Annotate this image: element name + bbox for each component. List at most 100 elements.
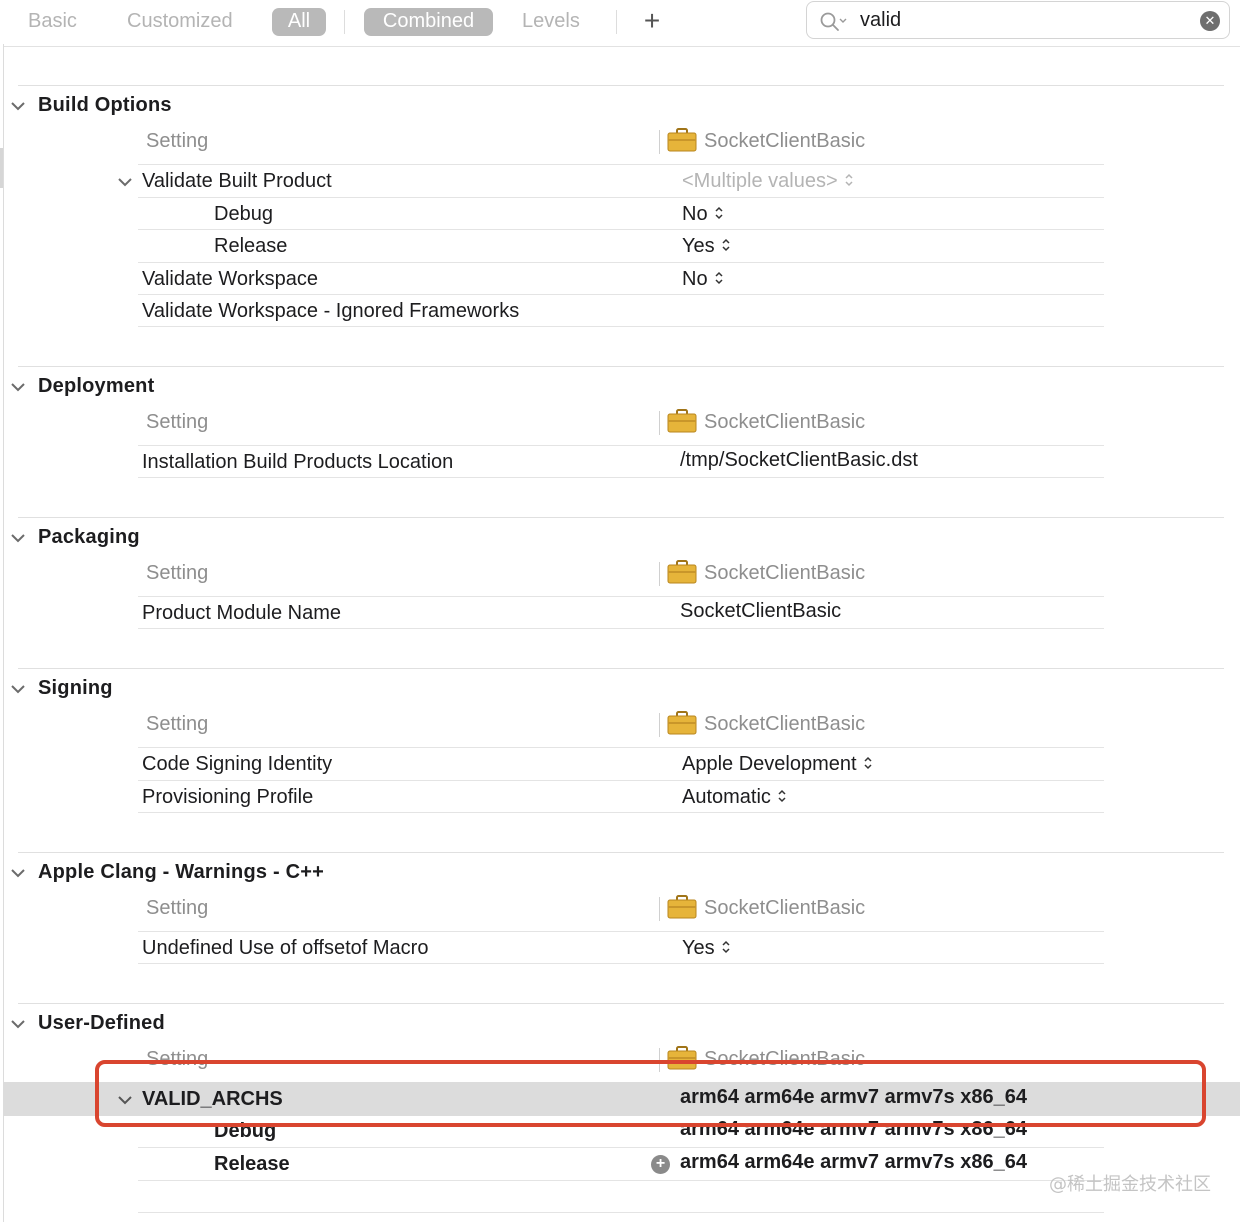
setting-column-header: Setting [146, 713, 209, 735]
section-title-deployment[interactable]: Deployment [38, 375, 154, 398]
section-divider [18, 668, 1224, 669]
row-divider [138, 963, 1104, 964]
row-divider [138, 1147, 1104, 1148]
search-icon[interactable] [819, 11, 849, 33]
setting-value-release[interactable]: arm64 arm64e armv7 armv7s x86_64 [680, 1151, 1027, 1174]
left-edge-marker [0, 148, 3, 188]
row-divider [138, 229, 1104, 230]
add-setting-button[interactable]: + [640, 6, 664, 36]
filter-customized-button[interactable]: Customized [127, 8, 233, 36]
target-column-header: SocketClientBasic [704, 411, 866, 433]
row-divider [138, 477, 1104, 478]
setting-name-installation-build-products-location[interactable]: Installation Build Products Location [142, 451, 453, 474]
chevron-down-icon[interactable] [10, 865, 26, 881]
view-levels-button[interactable]: Levels [522, 8, 580, 36]
column-divider [659, 897, 660, 921]
value-text: No [682, 268, 708, 290]
target-column-header: SocketClientBasic [704, 130, 866, 152]
value-text: Apple Development [682, 753, 857, 775]
section-divider [18, 1003, 1224, 1004]
setting-name-undefined-use-of-offsetof-macro[interactable]: Undefined Use of offsetof Macro [142, 937, 428, 960]
setting-column-header: Setting [146, 411, 209, 433]
row-divider [138, 294, 1104, 295]
setting-column-header: Setting [146, 130, 209, 152]
row-divider [138, 1180, 1104, 1181]
section-divider [18, 85, 1224, 86]
clear-search-icon[interactable]: ✕ [1200, 11, 1220, 31]
stepper-icon [722, 238, 730, 252]
setting-name-product-module-name[interactable]: Product Module Name [142, 602, 341, 625]
filter-basic-button[interactable]: Basic [28, 8, 77, 36]
section-title-signing[interactable]: Signing [38, 677, 113, 700]
setting-value-code-signing-identity[interactable]: Apple Development [682, 753, 873, 776]
setting-name-validate-built-product[interactable]: Validate Built Product [142, 170, 332, 193]
column-divider [659, 562, 660, 586]
row-divider [138, 445, 1104, 446]
setting-value-validate-built-product[interactable]: <Multiple values> [682, 170, 854, 193]
stepper-icon [845, 173, 853, 187]
chevron-down-icon[interactable] [10, 98, 26, 114]
row-divider [138, 1212, 1104, 1213]
stepper-icon [715, 206, 723, 220]
add-condition-icon[interactable]: + [651, 1155, 670, 1174]
target-toolbox-icon [667, 895, 697, 919]
setting-value-undefined-use-of-offsetof-macro[interactable]: Yes [682, 937, 731, 960]
target-column-header: SocketClientBasic [704, 562, 866, 584]
target-column-header: SocketClientBasic [704, 897, 866, 919]
target-column-header: SocketClientBasic [704, 713, 866, 735]
section-divider [18, 517, 1224, 518]
chevron-down-icon[interactable] [117, 174, 133, 190]
row-divider [138, 812, 1104, 813]
setting-name-provisioning-profile[interactable]: Provisioning Profile [142, 786, 313, 809]
chevron-down-icon[interactable] [10, 1016, 26, 1032]
section-title-apple-clang-warnings-cpp[interactable]: Apple Clang - Warnings - C++ [38, 861, 324, 884]
setting-name-code-signing-identity[interactable]: Code Signing Identity [142, 753, 332, 776]
setting-name-release[interactable]: Release [214, 235, 287, 258]
row-divider [138, 628, 1104, 629]
filter-all-button[interactable]: All [272, 8, 326, 36]
annotation-highlight-box [95, 1060, 1206, 1127]
value-text: <Multiple values> [682, 170, 838, 192]
chevron-down-icon[interactable] [10, 681, 26, 697]
chevron-down-icon[interactable] [10, 379, 26, 395]
setting-name-debug[interactable]: Debug [214, 203, 273, 226]
chevron-down-icon[interactable] [10, 530, 26, 546]
target-toolbox-icon [667, 409, 697, 433]
setting-column-header: Setting [146, 897, 209, 919]
target-toolbox-icon [667, 128, 697, 152]
stepper-icon [778, 789, 786, 803]
section-title-user-defined[interactable]: User-Defined [38, 1012, 165, 1035]
value-text: No [682, 203, 708, 225]
row-divider [138, 164, 1104, 165]
section-divider [18, 852, 1224, 853]
setting-name-release[interactable]: Release [214, 1153, 290, 1176]
setting-value-debug[interactable]: No [682, 203, 724, 226]
row-divider [138, 747, 1104, 748]
section-title-packaging[interactable]: Packaging [38, 526, 140, 549]
toolbar-divider [616, 10, 617, 34]
column-divider [659, 713, 660, 737]
section-title-build-options[interactable]: Build Options [38, 94, 172, 117]
stepper-icon [715, 271, 723, 285]
search-input[interactable]: valid [860, 9, 901, 32]
row-divider [138, 262, 1104, 263]
target-toolbox-icon [667, 711, 697, 735]
setting-name-validate-workspace[interactable]: Validate Workspace [142, 268, 318, 291]
stepper-icon [722, 940, 730, 954]
setting-name-validate-workspace-ignored-frameworks[interactable]: Validate Workspace - Ignored Frameworks [142, 300, 519, 323]
search-field[interactable]: valid ✕ [806, 1, 1230, 39]
row-divider [138, 780, 1104, 781]
target-toolbox-icon [667, 560, 697, 584]
column-divider [659, 411, 660, 435]
setting-value-installation-build-products-location[interactable]: /tmp/SocketClientBasic.dst [680, 449, 918, 472]
setting-value-product-module-name[interactable]: SocketClientBasic [680, 600, 841, 623]
filter-toolbar: Basic Customized All Combined Levels + v… [0, 0, 1240, 44]
row-divider [138, 197, 1104, 198]
setting-value-validate-workspace[interactable]: No [682, 268, 724, 291]
view-combined-button[interactable]: Combined [364, 8, 493, 36]
setting-value-provisioning-profile[interactable]: Automatic [682, 786, 787, 809]
value-text: Yes [682, 937, 715, 959]
toolbar-divider [344, 10, 345, 34]
value-text: Yes [682, 235, 715, 257]
setting-value-release[interactable]: Yes [682, 235, 731, 258]
